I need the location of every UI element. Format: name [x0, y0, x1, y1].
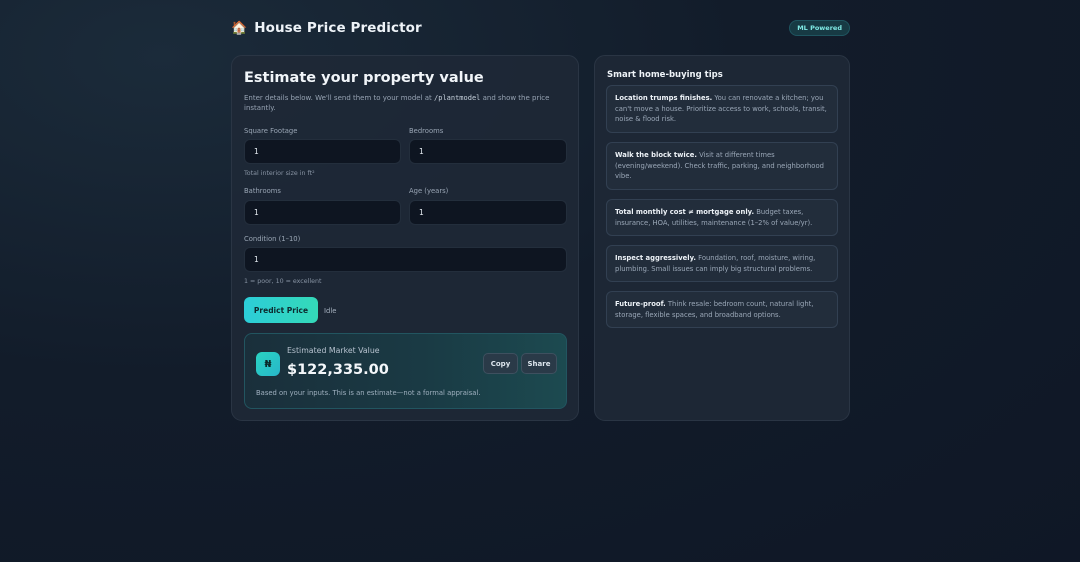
tip-item: Inspect aggressively. Foundation, roof, …	[606, 245, 838, 282]
result-panel: ₦ Estimated Market Value $122,335.00 Cop…	[244, 333, 567, 409]
square-footage-hint: Total interior size in ft²	[244, 170, 315, 177]
app-header: 🏠 House Price Predictor ML Powered	[231, 18, 850, 38]
tip-title: Location trumps finishes.	[615, 94, 713, 102]
brand: 🏠 House Price Predictor	[231, 20, 422, 36]
tip-item: Walk the block twice. Visit at different…	[606, 142, 838, 190]
result-value: $122,335.00	[287, 362, 389, 378]
house-icon: 🏠	[231, 20, 248, 36]
predict-price-button[interactable]: Predict Price	[244, 297, 318, 323]
share-button[interactable]: Share	[521, 353, 557, 374]
naira-icon: ₦	[256, 352, 280, 376]
intro-text-before: Enter details below. We'll send them to …	[244, 94, 435, 102]
estimate-card: Estimate your property value Enter detai…	[231, 55, 579, 421]
tip-title: Future-proof.	[615, 300, 666, 308]
status-text: Idle	[324, 307, 337, 315]
tip-item: Total monthly cost ≠ mortgage only. Budg…	[606, 199, 838, 236]
copy-button[interactable]: Copy	[483, 353, 518, 374]
form-title: Estimate your property value	[244, 70, 484, 86]
result-label: Estimated Market Value	[287, 346, 380, 355]
result-note: Based on your inputs. This is an estimat…	[256, 389, 481, 397]
tip-title: Walk the block twice.	[615, 151, 697, 159]
tip-item: Location trumps finishes. You can renova…	[606, 85, 838, 133]
age-label: Age (years)	[409, 187, 449, 195]
condition-label: Condition (1–10)	[244, 235, 301, 243]
tip-item: Future-proof. Think resale: bedroom coun…	[606, 291, 838, 328]
bathrooms-label: Bathrooms	[244, 187, 281, 195]
tip-title: Total monthly cost ≠ mortgage only.	[615, 208, 755, 216]
form-intro: Enter details below. We'll send them to …	[244, 93, 564, 113]
intro-endpoint: /plantmodel	[434, 94, 481, 102]
age-input[interactable]: 1	[409, 200, 567, 225]
bathrooms-input[interactable]: 1	[244, 200, 401, 225]
bedrooms-input[interactable]: 1	[409, 139, 567, 164]
tips-card: Smart home-buying tips Location trumps f…	[594, 55, 850, 421]
condition-hint: 1 = poor, 10 = excellent	[244, 278, 322, 285]
app-title: House Price Predictor	[254, 20, 422, 36]
ml-powered-badge: ML Powered	[789, 20, 850, 36]
tips-title: Smart home-buying tips	[607, 70, 723, 80]
square-footage-label: Square Footage	[244, 127, 298, 135]
tip-title: Inspect aggressively.	[615, 254, 696, 262]
square-footage-input[interactable]: 1	[244, 139, 401, 164]
bedrooms-label: Bedrooms	[409, 127, 444, 135]
condition-input[interactable]: 1	[244, 247, 567, 272]
